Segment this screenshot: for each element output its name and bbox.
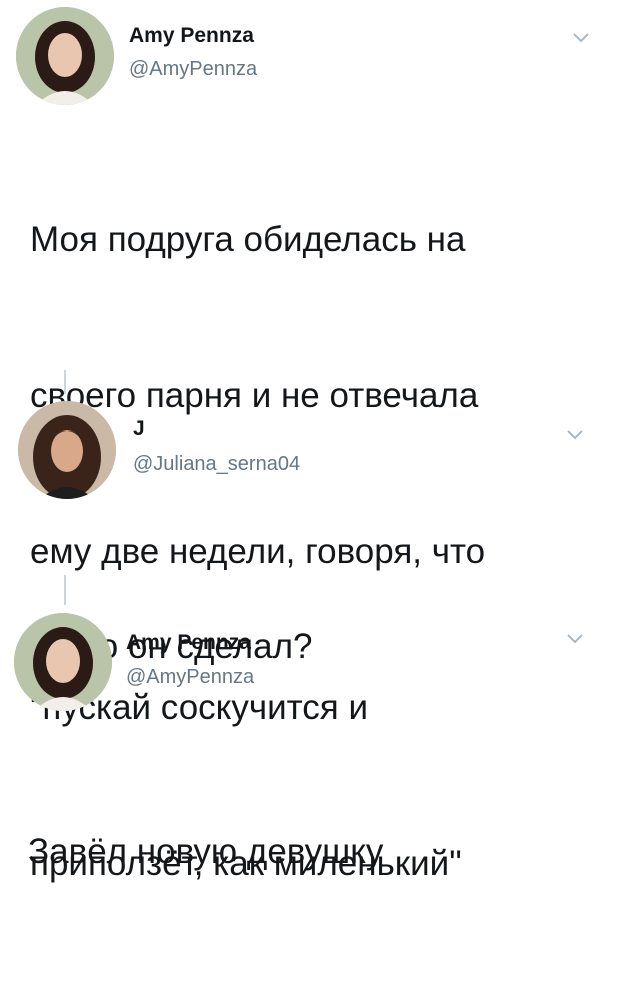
profile-photo-icon (16, 7, 114, 105)
tweet-text: Завёл новую девушку (28, 722, 383, 982)
chevron-down-icon[interactable] (572, 32, 590, 44)
thread-line (64, 575, 66, 605)
chevron-down-icon[interactable] (566, 429, 584, 441)
handle[interactable]: @AmyPennza (129, 58, 257, 81)
chevron-down-icon[interactable] (566, 633, 584, 645)
avatar[interactable] (14, 613, 112, 711)
handle[interactable]: @AmyPennza (126, 666, 254, 689)
avatar[interactable] (18, 401, 116, 499)
handle[interactable]: @Juliana_serna04 (133, 453, 300, 476)
profile-photo-icon (18, 401, 116, 499)
avatar[interactable] (16, 7, 114, 105)
display-name[interactable]: J (133, 417, 145, 441)
tweet-2: J @Juliana_serna04 И что он сделал? (0, 395, 620, 666)
tweet-text-line: Моя подруга обиделась на (30, 220, 466, 259)
profile-photo-icon (14, 613, 112, 711)
display-name[interactable]: Amy Pennza (129, 24, 254, 48)
tweet-3: Amy Pennza @AmyPennza Завёл новую девушк… (0, 605, 620, 871)
display-name[interactable]: Amy Pennza (126, 631, 251, 655)
tweet-text-line: Завёл новую девушку (28, 832, 384, 871)
thread-line (64, 370, 66, 394)
tweet-1: Amy Pennza @AmyPennza Моя подруга обидел… (0, 0, 620, 883)
